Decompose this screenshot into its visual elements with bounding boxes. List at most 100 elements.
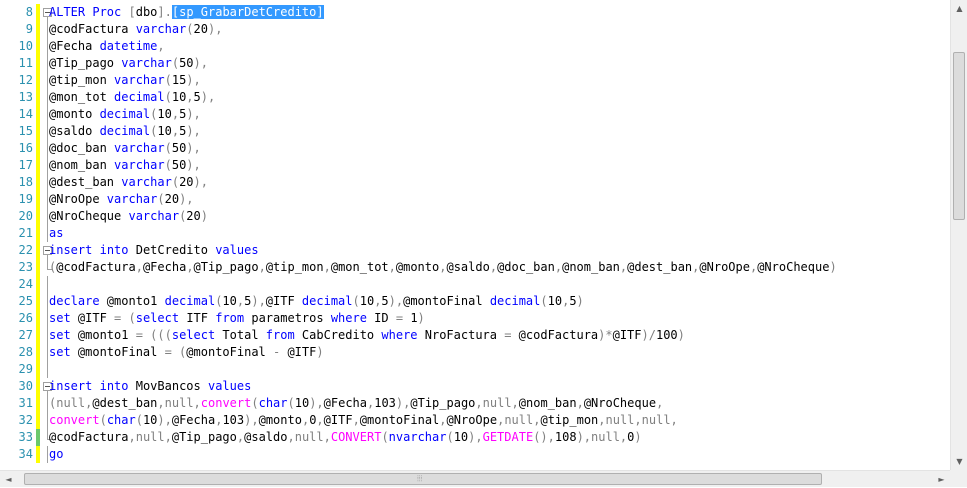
- outline-guide: [47, 72, 48, 89]
- code-token: = (: [164, 345, 187, 359]
- code-token: ),: [468, 430, 483, 444]
- code-token: @codFactura: [49, 430, 129, 444]
- code-text: @Tip_pago varchar(50),: [49, 55, 208, 72]
- code-token: ,: [634, 413, 642, 427]
- code-token: null: [605, 413, 635, 427]
- scroll-down-arrow-icon[interactable]: ▼: [951, 453, 967, 470]
- code-token: @NroOpe: [446, 413, 498, 427]
- code-token: ,: [157, 39, 165, 53]
- code-token: 10: [359, 294, 375, 308]
- change-indicator-bar: [36, 310, 40, 327]
- code-token: @ITF: [265, 294, 302, 308]
- code-token: @codFactura: [49, 22, 136, 36]
- code-text: set @montoFinal = (@montoFinal - @ITF): [49, 344, 324, 361]
- outline-guide: [47, 225, 48, 242]
- code-token: varchar: [121, 175, 172, 189]
- code-token: set: [49, 345, 71, 359]
- code-token: ),: [395, 396, 411, 410]
- scroll-left-arrow-icon[interactable]: ◄: [0, 471, 17, 488]
- horizontal-scrollbar[interactable]: ◄ ⦙⦙⦙ ►: [0, 470, 950, 487]
- code-token: (: [352, 294, 360, 308]
- change-indicator-bar: [36, 106, 40, 123]
- vertical-scrollbar[interactable]: ▲ ▼: [950, 0, 967, 470]
- code-token: (: [251, 396, 259, 410]
- code-token: null: [482, 396, 512, 410]
- code-token: @ITF: [280, 345, 317, 359]
- code-token: go: [49, 447, 64, 461]
- code-token: ,: [576, 396, 584, 410]
- line-number: 18: [18, 175, 33, 189]
- sql-editor[interactable]: 8 ALTER Proc [dbo].[sp_GrabarDetCredito] 9…: [0, 0, 950, 470]
- code-text: go: [49, 446, 63, 463]
- code-token: ,: [186, 260, 194, 274]
- code-token: ].: [157, 5, 172, 19]
- code-token: 5: [569, 294, 577, 308]
- change-indicator-bar: [36, 242, 40, 259]
- code-token: (: [446, 430, 454, 444]
- code-token: ,: [287, 430, 295, 444]
- code-token: @tip_mon: [540, 413, 599, 427]
- scroll-up-arrow-icon[interactable]: ▲: [951, 0, 967, 17]
- code-token: @nom_ban: [518, 396, 577, 410]
- code-token: ),: [193, 175, 208, 189]
- code-token: decimal: [99, 124, 151, 138]
- code-token: 50: [171, 141, 187, 155]
- code-token: 10: [142, 413, 158, 427]
- selected-text: [sp_GrabarDetCredito]: [171, 5, 324, 19]
- code-token: values: [215, 243, 259, 257]
- code-token: where: [330, 311, 367, 325]
- code-text: as: [49, 225, 63, 242]
- line-number: 10: [18, 39, 33, 53]
- code-token: ),: [200, 90, 216, 104]
- code-token: (: [164, 158, 172, 172]
- outline-guide: [47, 310, 48, 327]
- code-token: select: [135, 311, 180, 325]
- code-token: ),: [388, 294, 404, 308]
- code-token: into: [99, 243, 129, 257]
- scroll-right-arrow-icon[interactable]: ►: [933, 471, 950, 488]
- code-token: ,: [388, 260, 396, 274]
- code-token: @tip_mon: [49, 73, 115, 87]
- code-token: MovBancos: [128, 379, 208, 393]
- code-token: 20: [164, 192, 180, 206]
- change-indicator-bar: [36, 429, 40, 446]
- code-text: (@codFactura,@Fecha,@Tip_pago,@tip_mon,@…: [49, 259, 837, 276]
- vertical-scroll-thumb[interactable]: [953, 52, 965, 220]
- code-token: nvarchar: [388, 430, 447, 444]
- code-token: 10: [294, 396, 310, 410]
- code-token: (: [135, 413, 143, 427]
- code-token: ,: [258, 260, 266, 274]
- line-number: 24: [18, 277, 33, 291]
- code-token: ,: [323, 260, 331, 274]
- code-token: CONVERT: [330, 430, 382, 444]
- code-token: @Fecha: [142, 260, 187, 274]
- code-token: @monto: [258, 413, 302, 427]
- code-token: @Tip_pago: [410, 396, 476, 410]
- code-token: (: [157, 192, 165, 206]
- code-token: ,: [157, 396, 165, 410]
- code-token: @montoFinal: [359, 413, 440, 427]
- code-text: @mon_tot decimal(10,5),: [49, 89, 215, 106]
- line-number: 17: [18, 158, 33, 172]
- code-token: null: [135, 430, 165, 444]
- horizontal-scroll-thumb[interactable]: ⦙⦙⦙: [24, 473, 822, 485]
- code-token: decimal: [164, 294, 216, 308]
- line-number: 32: [18, 413, 33, 427]
- code-token: @monto1: [70, 328, 136, 342]
- change-indicator-bar: [36, 4, 40, 21]
- code-token: (: [186, 22, 194, 36]
- line-number: 29: [18, 362, 33, 376]
- code-token: ,: [171, 107, 180, 121]
- code-token: ,: [135, 260, 143, 274]
- code-token: CabCredito: [294, 328, 382, 342]
- code-token: @NroCheque: [49, 209, 129, 223]
- outline-guide: [47, 191, 48, 208]
- outline-guide: [47, 327, 48, 344]
- code-token: @ITF: [70, 311, 115, 325]
- code-text: @codFactura,null,@Tip_pago,@saldo,null,C…: [49, 429, 642, 446]
- change-indicator-bar: [36, 276, 40, 293]
- code-text: set @monto1 = (((select Total from CabCr…: [49, 327, 685, 344]
- outline-guide: [47, 123, 48, 140]
- code-token: NroFactura: [417, 328, 505, 342]
